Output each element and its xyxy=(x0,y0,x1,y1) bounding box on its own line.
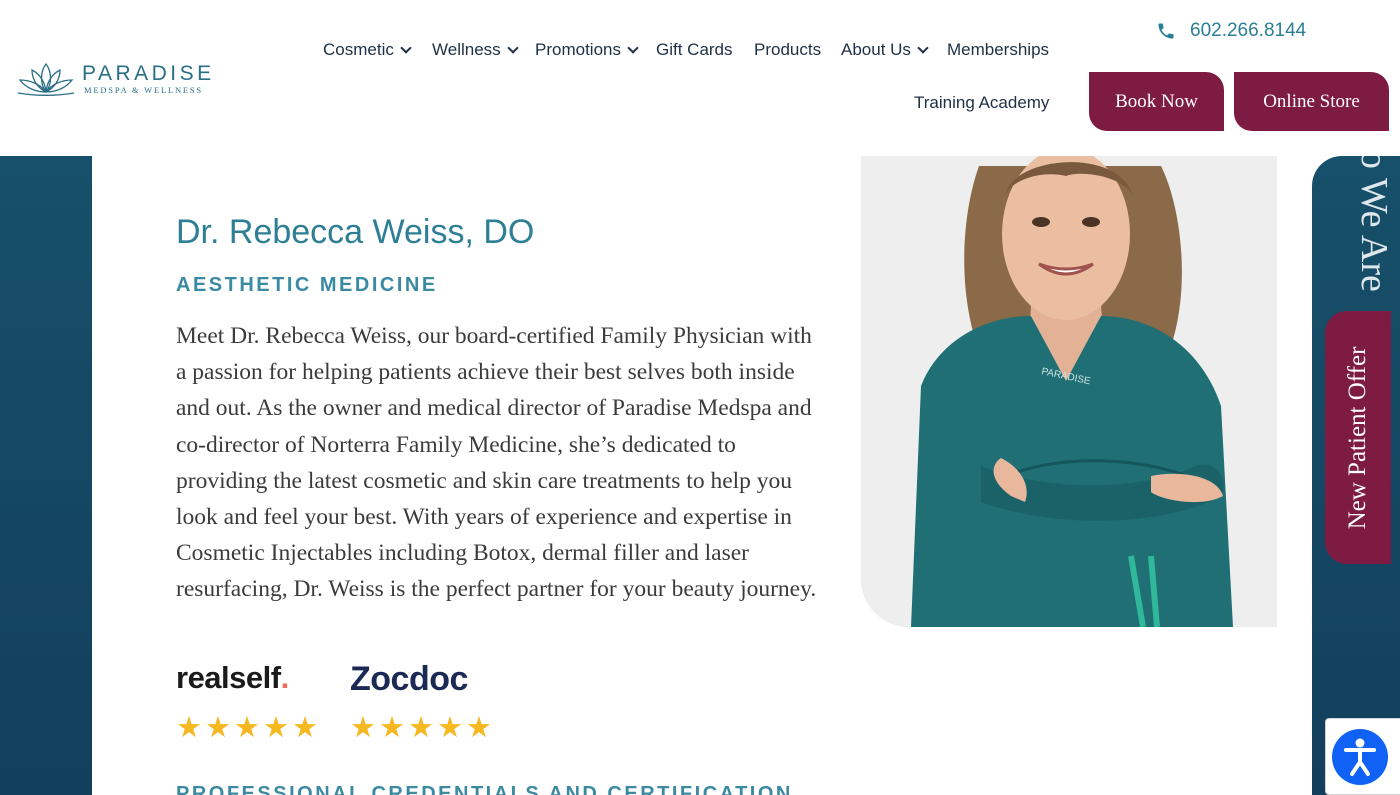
phone-icon xyxy=(1158,23,1174,39)
chevron-down-icon xyxy=(917,41,929,54)
realself-dot: . xyxy=(280,660,290,695)
nav-products[interactable]: Products xyxy=(754,40,821,60)
new-patient-offer-tab[interactable]: New Patient Offer xyxy=(1325,311,1391,564)
realself-logo: realself. xyxy=(176,660,289,696)
chevron-down-icon xyxy=(506,41,519,54)
realself-rating[interactable]: realself. ★★★★★ xyxy=(176,660,318,744)
zocdoc-rating[interactable]: Zocdoc ★★★★★ xyxy=(350,660,492,744)
nav-training-academy[interactable]: Training Academy xyxy=(914,93,1049,113)
logo-wordmark: PARADISE xyxy=(82,62,215,85)
accessibility-icon xyxy=(1332,729,1388,785)
nav-label: Gift Cards xyxy=(656,40,733,59)
nav-cosmetic[interactable]: Cosmetic xyxy=(323,40,412,60)
nav-label: Products xyxy=(754,40,822,59)
nav-label: Training Academy xyxy=(914,93,1050,112)
chevron-down-icon xyxy=(627,41,639,54)
logo-tagline: MEDSPA & WELLNESS xyxy=(84,85,203,95)
star-rating: ★★★★★ xyxy=(176,712,321,744)
star-rating: ★★★★★ xyxy=(350,712,495,744)
section-vertical-heading: o We Are xyxy=(1342,150,1400,300)
nav-gift-cards[interactable]: Gift Cards xyxy=(656,40,733,60)
realself-wordmark: realself xyxy=(176,660,281,695)
book-now-button[interactable]: Book Now xyxy=(1089,72,1224,131)
nav-label: Wellness xyxy=(432,40,501,59)
doctor-photo: PARADISE xyxy=(861,156,1277,627)
doctor-specialty: AESTHETIC MEDICINE xyxy=(176,274,438,296)
nav-label: Memberships xyxy=(947,40,1050,59)
phone-number: 602.266.8144 xyxy=(1190,20,1307,41)
phone-link[interactable]: 602.266.8144 xyxy=(1156,20,1306,42)
credentials-heading: PROFESSIONAL CREDENTIALS AND CERTIFICATI… xyxy=(176,783,793,795)
nav-promotions[interactable]: Promotions xyxy=(535,40,639,60)
lotus-icon xyxy=(17,62,75,96)
doctor-portrait-illustration: PARADISE xyxy=(861,156,1277,627)
accessibility-figure-icon xyxy=(1344,738,1376,776)
logo[interactable]: PARADISE MEDSPA & WELLNESS xyxy=(16,58,216,98)
offer-tab-label: New Patient Offer xyxy=(1344,346,1371,529)
doctor-bio: Meet Dr. Rebecca Weiss, our board-certif… xyxy=(176,323,817,603)
vertical-heading-text: o We Are xyxy=(1353,150,1395,292)
nav-about-us[interactable]: About Us xyxy=(841,40,929,60)
left-background-band xyxy=(0,156,92,795)
chevron-down-icon xyxy=(400,41,412,54)
nav-wellness[interactable]: Wellness xyxy=(432,40,519,60)
nav-label: Promotions xyxy=(535,40,621,59)
site-header: PARADISE MEDSPA & WELLNESS Cosmetic Well… xyxy=(0,0,1400,156)
online-store-button[interactable]: Online Store xyxy=(1234,72,1389,131)
nav-label: Cosmetic xyxy=(323,40,394,59)
accessibility-widget-button[interactable] xyxy=(1325,718,1400,795)
doctor-name: Dr. Rebecca Weiss, DO xyxy=(176,213,535,251)
nav-memberships[interactable]: Memberships xyxy=(947,40,1049,60)
zocdoc-logo: Zocdoc xyxy=(350,660,468,698)
nav-label: About Us xyxy=(841,40,911,59)
